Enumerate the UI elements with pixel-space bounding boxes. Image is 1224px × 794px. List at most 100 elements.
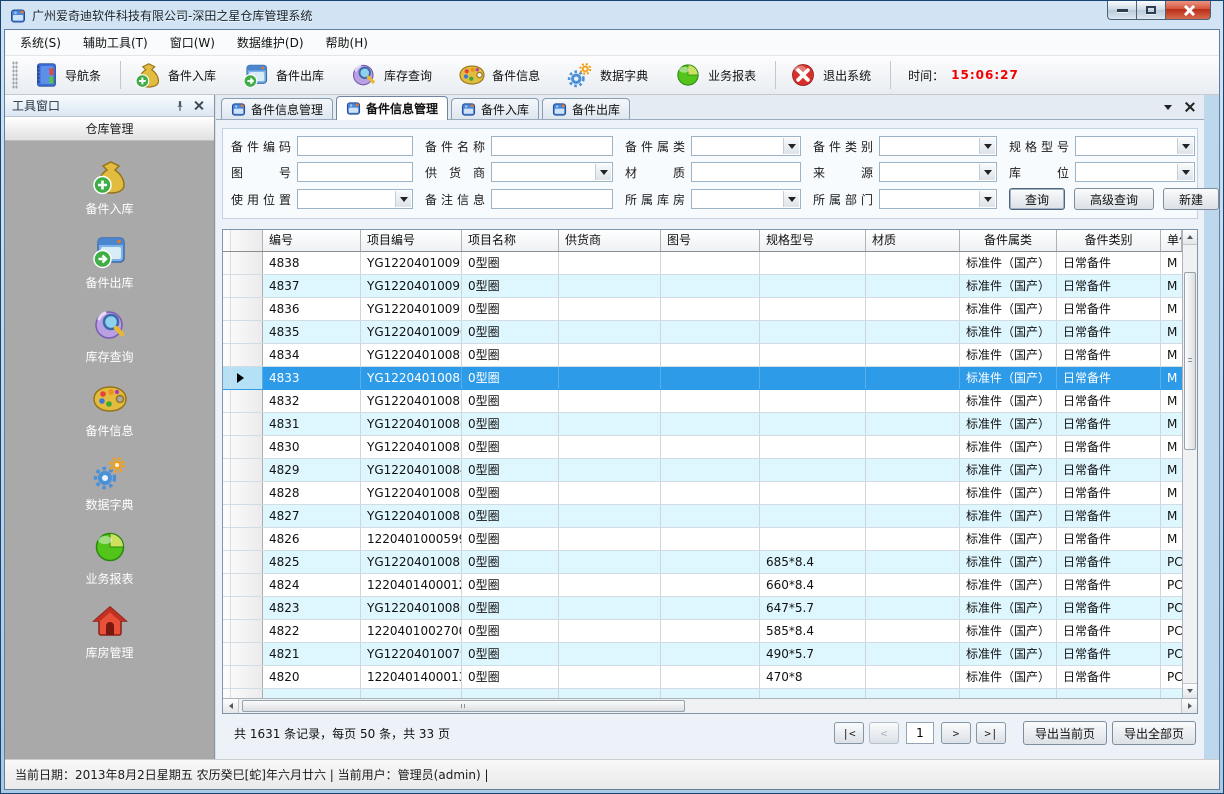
table-row[interactable]: 4821 YG12204010079 0型圈 490*5.7 标准件（国产） — [223, 643, 1182, 666]
table-row[interactable]: 4831 YG12204010086 0型圈 标准件（国产） — [223, 413, 1182, 436]
scroll-down-button[interactable] — [1183, 683, 1197, 698]
table-row[interactable]: 4827 YG12204010082 0型圈 标准件（国产） — [223, 505, 1182, 528]
tab-list-dropdown-icon[interactable] — [1164, 105, 1172, 110]
menu-item[interactable]: 窗口(W) — [159, 30, 226, 55]
grid-col-id[interactable]: 编号 — [263, 230, 361, 251]
material-field[interactable] — [691, 162, 801, 182]
remark-field[interactable] — [491, 189, 613, 209]
horizontal-scroll-thumb[interactable] — [242, 700, 685, 712]
toolbar-item[interactable]: 数据字典 — [556, 58, 664, 92]
first-page-button[interactable]: |< — [834, 722, 864, 744]
toolbar-item[interactable]: 业务报表 — [664, 58, 772, 92]
new-button[interactable]: 新建 — [1163, 188, 1219, 210]
grid-col-name[interactable]: 项目名称 — [462, 230, 559, 251]
toolbar-item[interactable]: 备件出库 — [232, 58, 340, 92]
table-row[interactable]: 4829 YG12204010084 0型圈 标准件（国产） — [223, 459, 1182, 482]
table-row[interactable]: 4826 1220401000599 0型圈 标准件（国产） — [223, 528, 1182, 551]
part-name-field[interactable] — [491, 136, 613, 156]
table-row[interactable]: 4820 1220401400013 0型圈 470*8 标准件（国产） — [223, 666, 1182, 689]
row-selector-cell[interactable] — [223, 528, 263, 550]
grid-col-figure[interactable]: 图号 — [661, 230, 760, 251]
row-selector-cell[interactable] — [223, 367, 263, 389]
table-row[interactable]: 4834 YG12204010089 0型圈 标准件（国产） — [223, 344, 1182, 367]
table-row[interactable]: 4832 YG12204010087 0型圈 标准件（国产） — [223, 390, 1182, 413]
sidebar-item[interactable]: 备件信息 — [5, 379, 214, 439]
toolbar-grip-handle[interactable] — [12, 61, 18, 89]
row-selector-cell[interactable] — [223, 643, 263, 665]
row-selector-cell[interactable] — [223, 275, 263, 297]
tool-window-close-button[interactable] — [189, 98, 207, 114]
row-selector-cell[interactable] — [223, 436, 263, 458]
part-code-field[interactable] — [297, 136, 413, 156]
pin-button[interactable] — [171, 98, 189, 114]
table-row[interactable]: 4822 1220401002700 0型圈 585*8.4 标准件（国产） — [223, 620, 1182, 643]
page-number-input[interactable] — [906, 722, 934, 744]
row-selector-cell[interactable] — [223, 620, 263, 642]
export-current-page-button[interactable]: 导出当前页 — [1023, 721, 1107, 745]
sidebar-item[interactable]: 库存查询 — [5, 305, 214, 365]
grid-col-spec[interactable]: 规格型号 — [760, 230, 866, 251]
supplier-select[interactable] — [491, 162, 613, 182]
prev-page-button[interactable]: < — [869, 722, 899, 744]
grid-col-material[interactable]: 材质 — [866, 230, 960, 251]
figure-no-field[interactable] — [297, 162, 413, 182]
table-row[interactable]: 4828 YG12204010083 0型圈 标准件（国产） — [223, 482, 1182, 505]
row-selector-cell[interactable] — [223, 597, 263, 619]
sidebar-item[interactable]: 数据字典 — [5, 453, 214, 513]
department-select[interactable] — [879, 189, 997, 209]
table-row[interactable]: 4833 YG12204010088 0型圈 标准件（国产） — [223, 367, 1182, 390]
table-row[interactable]: 4823 YG12204010080 0型圈 647*5.7 标准件（国产） — [223, 597, 1182, 620]
minimize-button[interactable] — [1107, 1, 1137, 20]
table-row[interactable]: 4830 YG12204010085 0型圈 标准件（国产） — [223, 436, 1182, 459]
menu-item[interactable]: 帮助(H) — [315, 30, 379, 55]
toolbar-item[interactable]: 备件信息 — [448, 58, 556, 92]
table-row[interactable]: 4825 YG12204010081 0型圈 685*8.4 标准件（国产） — [223, 551, 1182, 574]
row-selector-cell[interactable] — [223, 252, 263, 274]
query-button[interactable]: 查询 — [1009, 188, 1065, 210]
part-category-select[interactable] — [879, 136, 997, 156]
tab[interactable]: 备件出库 — [542, 98, 630, 119]
grid-col-supplier[interactable]: 供货商 — [559, 230, 661, 251]
tab[interactable]: 备件入库 — [451, 98, 539, 119]
tab[interactable]: 备件信息管理 — [221, 98, 333, 119]
toolbar-item[interactable]: 导航条 — [21, 58, 117, 92]
row-selector-cell[interactable] — [223, 482, 263, 504]
table-row[interactable]: 4837 YG12204010092 0型圈 标准件（国产） — [223, 275, 1182, 298]
table-row[interactable]: 4838 YG12204010093 0型圈 标准件（国产） — [223, 252, 1182, 275]
row-selector-cell[interactable] — [223, 298, 263, 320]
sidebar-item[interactable]: 备件入库 — [5, 157, 214, 217]
sidebar-item[interactable]: 备件出库 — [5, 231, 214, 291]
table-row[interactable]: 4836 YG12204010091 0型圈 标准件（国产） — [223, 298, 1182, 321]
advanced-query-button[interactable]: 高级查询 — [1074, 188, 1154, 210]
menu-item[interactable]: 系统(S) — [9, 30, 72, 55]
row-selector-cell[interactable] — [223, 344, 263, 366]
row-selector-cell[interactable] — [223, 574, 263, 596]
scroll-left-button[interactable] — [223, 699, 239, 713]
toolbar-item[interactable]: 库存查询 — [340, 58, 448, 92]
vertical-scroll-thumb[interactable] — [1184, 272, 1196, 450]
scroll-right-button[interactable] — [1181, 699, 1197, 713]
row-selector-cell[interactable] — [223, 666, 263, 688]
source-select[interactable] — [879, 162, 997, 182]
row-selector-cell[interactable] — [223, 459, 263, 481]
location-select[interactable] — [1075, 162, 1195, 182]
close-button[interactable] — [1165, 1, 1211, 20]
part-attr-select[interactable] — [691, 136, 801, 156]
row-selector-cell[interactable] — [223, 390, 263, 412]
menu-item[interactable]: 辅助工具(T) — [72, 30, 159, 55]
scroll-up-button[interactable] — [1183, 230, 1197, 245]
grid-col-cat[interactable]: 备件类别 — [1057, 230, 1161, 251]
tab-close-icon[interactable] — [1184, 102, 1194, 112]
last-page-button[interactable]: >| — [976, 722, 1006, 744]
table-row[interactable]: 4824 1220401400012 0型圈 660*8.4 标准件（国产） — [223, 574, 1182, 597]
vertical-scrollbar[interactable] — [1182, 230, 1197, 698]
sidebar-item[interactable]: 业务报表 — [5, 527, 214, 587]
menu-item[interactable]: 数据维护(D) — [226, 30, 315, 55]
export-all-pages-button[interactable]: 导出全部页 — [1112, 721, 1196, 745]
grid-col-unit[interactable]: 单位 — [1161, 230, 1182, 251]
tab[interactable]: 备件信息管理 — [336, 96, 448, 120]
row-selector-cell[interactable] — [223, 505, 263, 527]
row-selector-cell[interactable] — [223, 321, 263, 343]
usage-position-select[interactable] — [297, 189, 413, 209]
grid-col-code[interactable]: 项目编号 — [361, 230, 462, 251]
